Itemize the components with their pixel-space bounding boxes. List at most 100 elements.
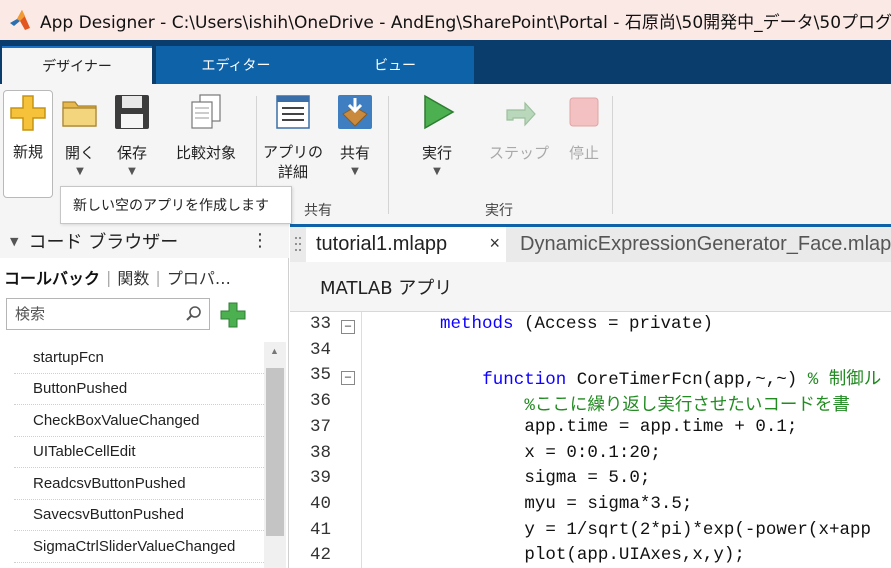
code-line[interactable]: 37 app.time = app.time + 0.1; xyxy=(290,417,891,443)
code-text: y = 1/sqrt(2*pi)*exp(-power(x+app xyxy=(524,520,871,540)
editor-tab-label: tutorial1.mlapp xyxy=(316,233,448,255)
editor-tab-tutorial1[interactable]: tutorial1.mlapp × xyxy=(306,227,506,262)
code-line[interactable]: 34 xyxy=(290,340,891,366)
scroll-up-arrow-icon[interactable]: ▲ xyxy=(270,346,279,356)
line-number: 41 xyxy=(310,519,332,540)
code-line[interactable]: 38 x = 0:0.1:20; xyxy=(290,443,891,469)
editor-tab-bar: tutorial1.mlapp × DynamicExpressionGener… xyxy=(290,224,891,262)
compare-documents-icon xyxy=(191,94,221,129)
save-label: 保存 xyxy=(116,144,147,162)
line-number: 40 xyxy=(310,493,332,514)
code-token: plot(app.UIAxes,x,y); xyxy=(524,545,745,566)
tab-functions[interactable]: 関数 xyxy=(111,265,155,289)
more-options-icon[interactable]: ⋮ xyxy=(251,230,269,251)
save-dropdown-icon[interactable]: ▼ xyxy=(128,166,136,177)
run-dropdown-icon[interactable]: ▼ xyxy=(433,166,441,177)
run-button[interactable]: 実行 ▼ xyxy=(417,92,457,177)
run-group-label: 実行 xyxy=(485,203,513,219)
code-text: myu = sigma*3.5; xyxy=(524,494,692,514)
stop-button[interactable]: 停止 xyxy=(564,92,604,164)
new-button-tooltip: 新しい空のアプリを作成します xyxy=(60,186,292,224)
search-icon[interactable] xyxy=(185,305,203,323)
list-item[interactable]: UITableCellEdit xyxy=(14,437,264,468)
list-item[interactable]: SigmaCtrlSliderValueChanged xyxy=(14,531,264,563)
line-number: 42 xyxy=(310,545,332,566)
code-line[interactable]: 35− function CoreTimerFcn(app,~,~) % 制御ル xyxy=(290,365,891,391)
share-dropdown-icon[interactable]: ▼ xyxy=(351,166,359,177)
editor-tab-dynamic-expression[interactable]: DynamicExpressionGenerator_Face.mlapp xyxy=(510,227,891,262)
comment-token: % 制御ル xyxy=(807,370,882,391)
save-button[interactable]: 保存 ▼ xyxy=(112,92,152,177)
search-input[interactable] xyxy=(15,305,180,323)
comment-token: %ここに繰り返し実行させたいコードを書 xyxy=(524,396,850,417)
scrollbar-thumb[interactable] xyxy=(266,368,284,536)
code-browser-title: コード ブラウザー xyxy=(28,232,179,253)
tab-properties[interactable]: プロパ… xyxy=(161,265,237,289)
code-line[interactable]: 40 myu = sigma*3.5; xyxy=(290,494,891,520)
plus-icon xyxy=(10,95,46,131)
code-token: sigma = 5.0; xyxy=(524,468,651,489)
search-field[interactable] xyxy=(6,298,210,330)
window-title: App Designer - C:\Users\ishih\OneDrive -… xyxy=(40,12,891,33)
open-dropdown-icon[interactable]: ▼ xyxy=(76,166,84,177)
code-text: sigma = 5.0; xyxy=(524,468,650,488)
code-editor[interactable]: 33− methods (Access = private) 34 35− functi… xyxy=(290,312,891,568)
code-line[interactable]: 42 plot(app.UIAxes,x,y); xyxy=(290,545,891,568)
line-number: 34 xyxy=(310,339,332,360)
app-details-button[interactable]: アプリの 詳細 xyxy=(263,92,324,182)
tab-designer[interactable]: デザイナー xyxy=(2,46,152,84)
code-line[interactable]: 36 %ここに繰り返し実行させたいコードを書 xyxy=(290,391,891,417)
new-label: 新規 xyxy=(12,143,43,161)
tab-callbacks[interactable]: コールバック xyxy=(0,265,106,289)
list-scrollbar[interactable]: ▲ xyxy=(264,342,286,568)
list-item[interactable]: startupFcn xyxy=(14,342,264,374)
code-line[interactable]: 39 sigma = 5.0; xyxy=(290,468,891,494)
line-number: 37 xyxy=(310,416,332,437)
code-line[interactable]: 33− methods (Access = private) xyxy=(290,314,891,340)
floppy-disk-icon xyxy=(115,95,149,129)
share-group-label: 共有 xyxy=(304,203,332,219)
line-number: 35 xyxy=(310,365,332,386)
editor-subtitle-bar: MATLAB アプリ xyxy=(290,262,891,312)
folder-icon xyxy=(62,101,97,127)
compare-button[interactable]: 比較対象 xyxy=(168,92,244,164)
keyword-token: function xyxy=(482,370,567,391)
fold-toggle-icon[interactable]: − xyxy=(341,320,355,334)
code-text: x = 0:0.1:20; xyxy=(524,443,661,463)
add-callback-icon[interactable] xyxy=(220,302,246,328)
app-details-label-1: アプリの xyxy=(263,143,324,161)
editor-subtitle: MATLAB アプリ xyxy=(320,277,453,299)
code-token: app.time = app.time + 0.1; xyxy=(524,416,798,437)
code-line[interactable]: 41 y = 1/sqrt(2*pi)*exp(-power(x+app xyxy=(290,520,891,546)
app-details-label-2: 詳細 xyxy=(277,163,308,181)
code-text: function CoreTimerFcn(app,~,~) % 制御ル xyxy=(482,365,881,390)
code-browser-header: ▼ コード ブラウザー ⋮ xyxy=(0,224,289,258)
step-button[interactable]: ステップ xyxy=(489,92,549,164)
line-number: 36 xyxy=(310,391,332,412)
list-item[interactable]: ButtonPushed xyxy=(14,374,264,405)
stop-label: 停止 xyxy=(568,144,599,162)
code-token: myu = sigma*3.5; xyxy=(524,493,693,514)
open-button[interactable]: 開く ▼ xyxy=(60,92,100,177)
callback-list: startupFcn ButtonPushed CheckBoxValueCha… xyxy=(14,342,264,568)
close-tab-icon[interactable]: × xyxy=(489,233,500,254)
fold-toggle-icon[interactable]: − xyxy=(341,371,355,386)
step-arrow-icon xyxy=(506,101,536,127)
code-text: plot(app.UIAxes,x,y); xyxy=(524,545,745,565)
list-item[interactable]: CheckBoxValueChanged xyxy=(14,405,264,437)
code-text: %ここに繰り返し実行させたいコードを書 xyxy=(524,391,850,416)
keyword-token: methods xyxy=(440,314,514,334)
code-browser-tabs: コールバック | 関数 | プロパ… xyxy=(0,260,289,294)
list-item[interactable]: ReadcsvButtonPushed xyxy=(14,468,264,500)
new-button[interactable]: 新規 xyxy=(3,90,53,198)
tab-editor[interactable]: エディター xyxy=(156,46,316,84)
play-icon xyxy=(424,94,455,130)
drag-handle-icon[interactable] xyxy=(294,235,302,257)
code-token: CoreTimerFcn(app,~,~) xyxy=(566,370,808,391)
tab-view[interactable]: ビュー xyxy=(316,46,474,84)
collapse-triangle-icon[interactable]: ▼ xyxy=(10,235,18,248)
ribbon-separator xyxy=(612,96,613,214)
ribbon-separator xyxy=(388,96,389,214)
list-item[interactable]: SavecsvButtonPushed xyxy=(14,500,264,531)
share-button[interactable]: 共有 ▼ xyxy=(335,92,375,177)
